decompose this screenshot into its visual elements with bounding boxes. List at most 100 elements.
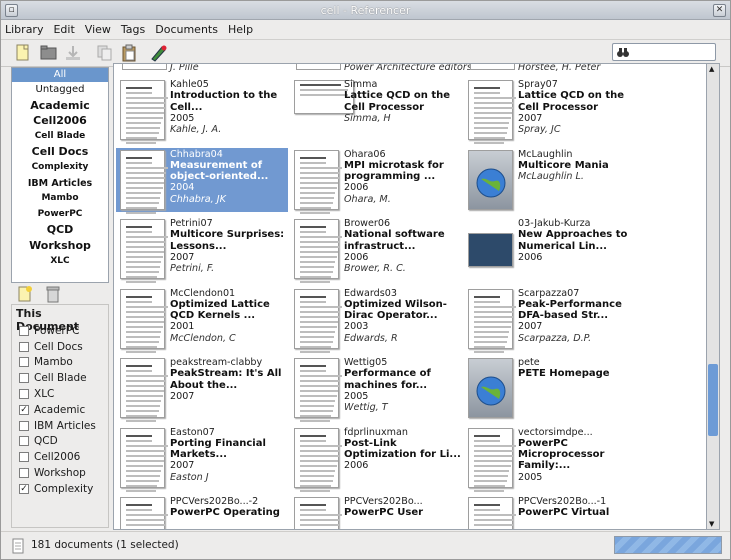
tag-checkbox-row[interactable]: IBM Articles bbox=[12, 418, 108, 434]
search-field[interactable] bbox=[612, 43, 716, 61]
checkbox[interactable] bbox=[19, 357, 29, 368]
tag-checkbox-row[interactable]: Workshop bbox=[12, 465, 108, 481]
document-year: 2003 bbox=[344, 321, 369, 333]
document-item[interactable]: Scarpazza07 Peak-Performance DFA-based St… bbox=[464, 287, 636, 353]
checkbox[interactable] bbox=[19, 325, 29, 336]
tag-item[interactable]: Cell2006 bbox=[12, 113, 108, 129]
tag-checkbox-row[interactable]: PowerPC bbox=[12, 323, 108, 339]
document-thumbnail bbox=[120, 80, 168, 144]
document-properties-icon[interactable] bbox=[149, 43, 169, 63]
document-item[interactable]: McClendon01 Optimized Lattice QCD Kernels… bbox=[116, 287, 288, 353]
tag-checkbox-row[interactable]: ✓ Academic bbox=[12, 402, 108, 418]
checkbox[interactable]: ✓ bbox=[19, 483, 29, 494]
checkbox[interactable] bbox=[19, 468, 29, 479]
document-item[interactable]: Easton07 Porting Financial Markets... 2007… bbox=[116, 426, 288, 492]
document-author: Simma, H bbox=[344, 112, 391, 124]
tag-item[interactable]: Mambo bbox=[12, 191, 108, 207]
document-item[interactable]: Edwards03 Optimized Wilson-Dirac Operator… bbox=[290, 287, 462, 353]
tag-checkbox-row[interactable]: QCD bbox=[12, 434, 108, 450]
document-item[interactable]: McLaughlin Multicore Mania McLaughlin L. bbox=[464, 148, 636, 212]
open-folder-icon[interactable] bbox=[39, 43, 59, 63]
checkbox[interactable] bbox=[19, 452, 29, 463]
document-key: peakstream-clabby bbox=[170, 357, 263, 368]
tag-item[interactable]: QCD bbox=[12, 222, 108, 238]
checkbox[interactable] bbox=[19, 420, 29, 431]
tag-checkbox-row[interactable]: Cell2006 bbox=[12, 449, 108, 465]
document-thumbnail bbox=[294, 219, 342, 283]
paste-icon[interactable] bbox=[119, 43, 139, 63]
tag-item[interactable]: Workshop bbox=[12, 238, 108, 254]
scrollbar-thumb[interactable] bbox=[708, 364, 718, 436]
tag-checkbox-row[interactable]: ✓ Complexity bbox=[12, 481, 108, 497]
tag-item[interactable]: All bbox=[12, 68, 108, 82]
document-author: Brower, R. C. bbox=[344, 263, 406, 275]
tag-checkbox-row[interactable]: Cell Blade bbox=[12, 370, 108, 386]
checkbox[interactable]: ✓ bbox=[19, 404, 29, 415]
document-title: Multicore Mania bbox=[518, 159, 609, 171]
document-title: PowerPC User bbox=[344, 507, 424, 519]
tag-checkbox-row[interactable]: Mambo bbox=[12, 355, 108, 371]
delete-tag-icon[interactable] bbox=[45, 285, 61, 303]
document-item[interactable]: 03-Jakub-Kurza New Approaches to Numerica… bbox=[464, 217, 636, 281]
scroll-down-icon[interactable]: ▼ bbox=[709, 520, 714, 528]
document-item[interactable]: fdprlinuxman Post-Link Optimization for L… bbox=[290, 426, 462, 492]
document-item[interactable]: PPCVers202Bo... PowerPC User bbox=[290, 495, 462, 529]
document-grid: J. Pille Power Architecture editors Horste… bbox=[113, 63, 720, 530]
document-item[interactable]: Brower06 National software infrastruct...… bbox=[290, 217, 462, 283]
document-item[interactable]: Chhabra04 Measurement of object-oriented.… bbox=[116, 147, 288, 214]
document-thumbnail bbox=[468, 80, 516, 144]
vertical-scrollbar[interactable]: ▲ ▼ bbox=[706, 63, 720, 530]
menu-edit[interactable]: Edit bbox=[53, 23, 74, 36]
document-item[interactable]: vectorsimdpe... PowerPC Microprocessor Fa… bbox=[464, 426, 636, 492]
close-window-icon[interactable]: ✕ bbox=[713, 4, 726, 17]
document-item[interactable]: Wettig05 Performance of machines for... 20… bbox=[290, 356, 462, 422]
menu-tags[interactable]: Tags bbox=[121, 23, 145, 36]
document-title: Introduction to the Cell... bbox=[170, 90, 278, 113]
menu-help[interactable]: Help bbox=[228, 23, 253, 36]
document-key: Simma bbox=[344, 79, 378, 90]
checkbox-label: Mambo bbox=[34, 356, 73, 369]
document-title: MPI microtask for programming ... bbox=[344, 159, 444, 183]
checkbox[interactable] bbox=[19, 436, 29, 447]
document-year: 2006 bbox=[518, 251, 543, 263]
checkbox[interactable] bbox=[19, 389, 29, 400]
document-item[interactable]: Petrini07 Multicore Surprises: Lessons...… bbox=[116, 217, 288, 283]
document-title: PETE Homepage bbox=[518, 368, 610, 380]
tag-item[interactable]: PowerPC bbox=[12, 207, 108, 223]
tag-item[interactable]: XLC bbox=[12, 254, 108, 270]
checkbox[interactable] bbox=[19, 373, 29, 384]
document-item[interactable]: Spray07 Lattice QCD on the Cell Processor… bbox=[464, 78, 636, 144]
checkbox-label: QCD bbox=[34, 435, 58, 448]
document-info: Kahle05 Introduction to the Cell... 2005 Ka… bbox=[170, 79, 288, 135]
tag-checkbox-row[interactable]: Cell Docs bbox=[12, 339, 108, 355]
document-item[interactable]: PPCVers202Bo...-2 PowerPC Operating bbox=[116, 495, 288, 529]
checkbox[interactable] bbox=[19, 341, 29, 352]
new-document-icon[interactable] bbox=[13, 43, 33, 63]
scroll-up-icon[interactable]: ▲ bbox=[709, 65, 714, 73]
document-item[interactable]: PPCVers202Bo...-1 PowerPC Virtual bbox=[464, 495, 636, 529]
tag-item[interactable]: IBM Articles bbox=[12, 176, 108, 192]
tag-item[interactable]: Cell Blade bbox=[12, 129, 108, 145]
tag-checkbox-row[interactable]: XLC bbox=[12, 386, 108, 402]
tag-item[interactable]: Untagged bbox=[12, 82, 108, 98]
title-bar[interactable]: ▫ cell - Referencer ✕ bbox=[1, 1, 730, 20]
tag-item[interactable]: Complexity bbox=[12, 160, 108, 176]
new-tag-icon[interactable] bbox=[17, 285, 33, 303]
progress-bar bbox=[614, 536, 722, 554]
tag-item[interactable]: Academic bbox=[12, 98, 108, 114]
menu-documents[interactable]: Documents bbox=[155, 23, 218, 36]
document-item[interactable]: Kahle05 Introduction to the Cell... 2005 Ka… bbox=[116, 78, 288, 144]
document-title: Measurement of object-oriented... bbox=[170, 159, 269, 183]
document-item[interactable]: peakstream-clabby PeakStream: It's All Ab… bbox=[116, 356, 288, 422]
menu-view[interactable]: View bbox=[85, 23, 111, 36]
binoculars-icon bbox=[617, 48, 629, 57]
document-info: McClendon01 Optimized Lattice QCD Kernels… bbox=[170, 288, 288, 344]
tag-item[interactable]: Cell Docs bbox=[12, 144, 108, 160]
document-item[interactable]: Ohara06 MPI microtask for programming ...… bbox=[290, 148, 462, 214]
document-key: Petrini07 bbox=[170, 218, 213, 229]
menu-library[interactable]: Library bbox=[5, 23, 43, 36]
document-thumbnail bbox=[120, 427, 168, 492]
document-item[interactable]: pete PETE Homepage bbox=[464, 356, 636, 420]
document-item[interactable]: Simma Lattice QCD on the Cell Processor Si… bbox=[290, 78, 462, 142]
document-year: 2005 bbox=[170, 112, 195, 124]
